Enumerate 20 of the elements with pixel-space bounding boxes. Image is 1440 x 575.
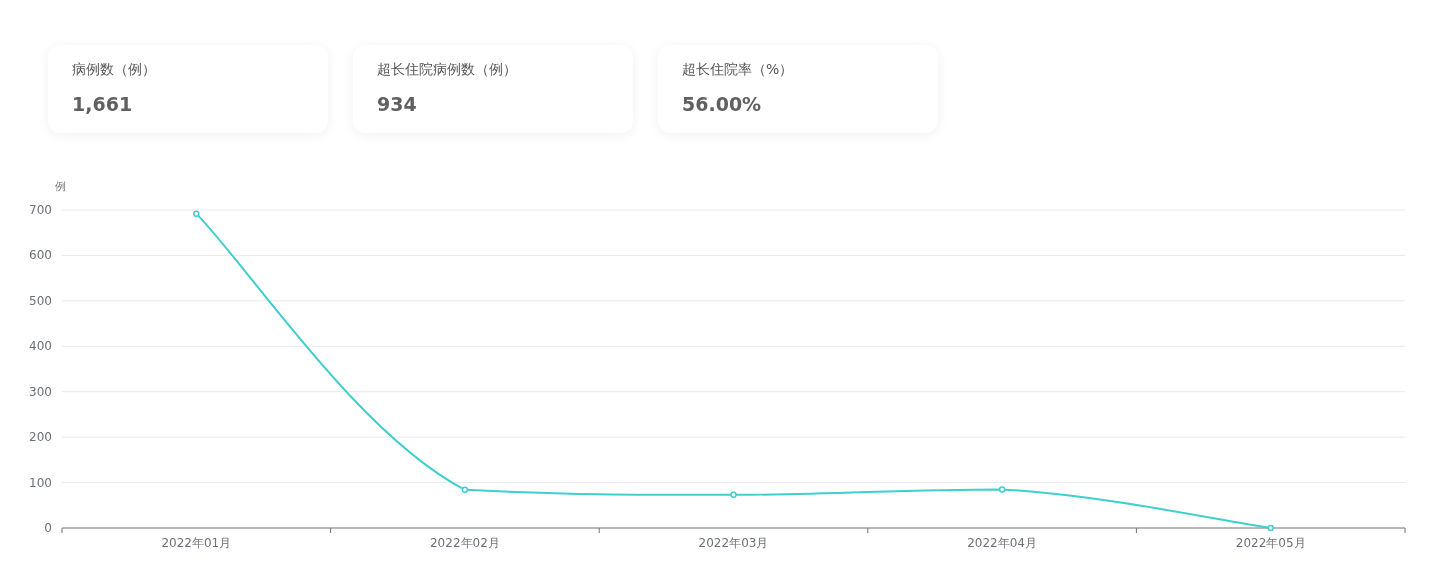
axis-label: 2022年02月 [430,536,500,550]
stat-label: 超长住院率（%） [682,61,794,79]
axis-label: 100 [29,475,52,490]
axis-label: 2022年05月 [1235,536,1306,550]
axis-label: 600 [29,248,52,263]
stat-value: 56.00% [682,93,762,115]
axis-label: 300 [29,384,52,399]
axis-title: 例 [55,180,66,193]
axis-label: 2022年01月 [161,536,232,550]
axis-label: 200 [29,430,52,445]
axis-label: 2022年03月 [698,536,769,550]
axis-label: 500 [29,293,52,308]
stat-value: 934 [377,93,417,115]
axis-label: 400 [29,339,52,354]
axis-label: 2022年04月 [967,536,1037,550]
axis-label: 0 [44,521,52,535]
stat-label: 病例数（例） [72,61,156,79]
stat-label: 超长住院病例数（例） [377,61,517,79]
stat-value: 1,661 [72,93,133,115]
axis-label: 700 [29,203,52,217]
